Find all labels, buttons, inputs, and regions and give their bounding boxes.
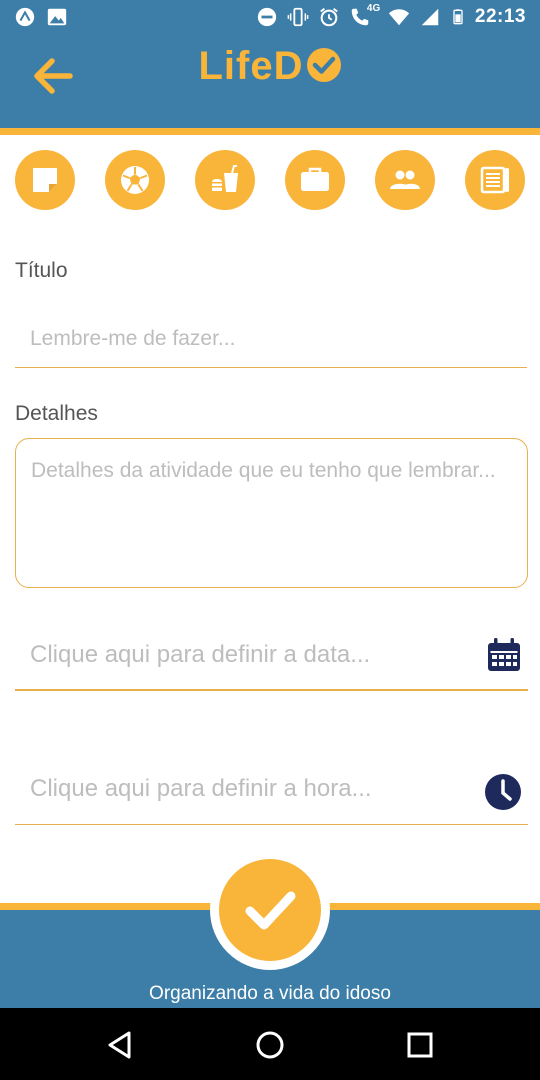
title-input[interactable]: [15, 310, 527, 368]
image-icon: [47, 8, 67, 26]
sticky-note-icon: [33, 168, 57, 192]
check-icon: [245, 891, 296, 930]
date-placeholder: Clique aqui para definir a data...: [30, 641, 371, 668]
hour-placeholder: Clique aqui para definir a hora...: [30, 775, 372, 802]
nav-back-button[interactable]: [100, 1028, 140, 1062]
signal-icon: [421, 8, 439, 26]
category-note-button[interactable]: [15, 150, 75, 210]
newspaper-icon: [480, 166, 509, 194]
fast-food-icon: [212, 165, 238, 192]
category-food-button[interactable]: [195, 150, 255, 210]
briefcase-icon: [301, 167, 329, 191]
details-textarea[interactable]: [15, 438, 528, 588]
nav-home-button[interactable]: [250, 1028, 290, 1062]
category-work-button[interactable]: [285, 150, 345, 210]
details-label: Detalhes: [15, 402, 98, 425]
category-social-button[interactable]: [375, 150, 435, 210]
people-icon: [390, 170, 420, 189]
alarm-icon: [320, 7, 338, 27]
battery-icon: [453, 9, 463, 25]
app-bar-accent-border: [0, 128, 540, 135]
wifi-icon: [388, 9, 409, 26]
circle-home-icon: [256, 1031, 284, 1059]
system-navigation-bar: [0, 1008, 540, 1080]
category-selector: [15, 150, 525, 210]
vibrate-icon: [287, 7, 309, 27]
triangle-back-icon: [108, 1031, 131, 1059]
category-news-button[interactable]: [465, 150, 525, 210]
soccer-ball-icon: [121, 166, 149, 194]
category-sport-button[interactable]: [105, 150, 165, 210]
do-not-disturb-icon: [257, 7, 277, 27]
status-bar: 4G 22:13: [0, 0, 540, 36]
title-label: Título: [15, 259, 68, 282]
check-circle-icon: [306, 47, 341, 82]
confirm-button[interactable]: [219, 859, 321, 961]
calendar-icon[interactable]: [486, 637, 522, 673]
app-logo: LifeD: [0, 44, 540, 89]
nav-recents-button[interactable]: [400, 1028, 440, 1062]
wifi-calling-icon: 4G: [349, 3, 381, 28]
hour-picker-field[interactable]: Clique aqui para definir a hora...: [15, 761, 528, 825]
square-recents-icon: [407, 1032, 433, 1058]
app-bar: LifeD: [0, 36, 540, 128]
clock-icon[interactable]: [484, 773, 522, 811]
app-notification-icon: [15, 7, 35, 27]
status-time: 22:13: [474, 6, 526, 27]
footer-tagline: Organizando a vida do idoso: [149, 983, 391, 1004]
network-type-label: 4G: [366, 3, 381, 14]
date-picker-field[interactable]: Clique aqui para definir a data...: [15, 627, 528, 691]
app-title: LifeD: [198, 44, 304, 88]
